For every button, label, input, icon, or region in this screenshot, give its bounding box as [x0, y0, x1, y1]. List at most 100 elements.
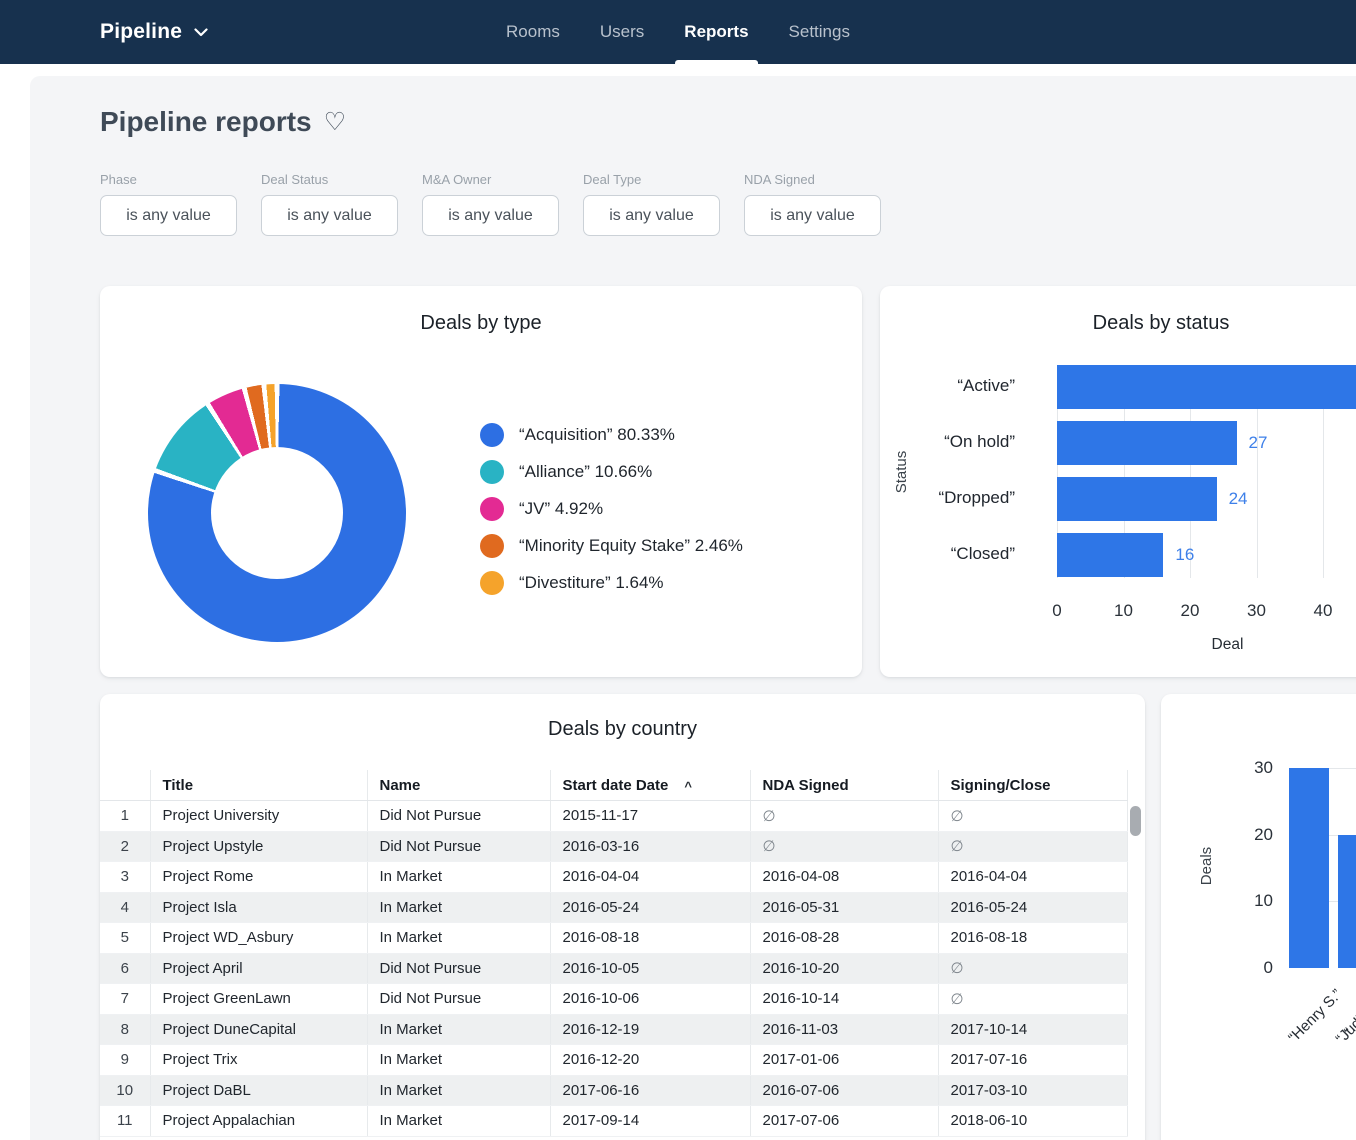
legend-item-acquisition[interactable]: “Acquisition” 80.33% — [480, 416, 743, 453]
favorite-heart-icon[interactable]: ♡ — [324, 109, 346, 135]
table-header-row: Title Name Start date Date ^ NDA Signed Signi… — [100, 770, 1128, 801]
card-deals-by-type: Deals by type “Acquisition” 80.33% “Allia… — [100, 286, 862, 677]
table-row[interactable]: 8 Project DuneCapital In Market 2016-12-19 2… — [100, 1014, 1128, 1045]
table-row[interactable]: 5 Project WD_Asbury In Market 2016-08-18 201… — [100, 922, 1128, 954]
chevron-down-icon — [194, 27, 208, 36]
status-bar-closed[interactable] — [1057, 533, 1164, 577]
table-cell: 2016-12-19 — [549, 1014, 750, 1045]
row-number: 6 — [100, 953, 150, 984]
legend-item-divestiture[interactable]: “Divestiture” 1.64% — [480, 564, 743, 601]
filter-label: NDA Signed — [744, 172, 815, 187]
status-bar-dropped[interactable] — [1057, 477, 1217, 521]
row-number: 10 — [100, 1075, 150, 1106]
owner-bar-henry-s[interactable] — [1289, 768, 1329, 968]
x-tick-label: 30 — [1247, 601, 1266, 620]
table-cell: 2016-04-04 — [937, 861, 1128, 893]
category-label: “Closed” — [950, 544, 1015, 563]
table-row[interactable]: 9 Project Trix In Market 2016-12-20 2017-01-… — [100, 1044, 1128, 1076]
card-deals-by-owner: Deals 3020100“Henry S.”“Judith G.”“ — [1161, 694, 1356, 1140]
filter-label: Phase — [100, 172, 137, 187]
y-tick-label: 20 — [1254, 824, 1273, 844]
table-row[interactable]: 2 Project Upstyle Did Not Pursue 2016-03-16… — [100, 831, 1128, 862]
legend-item-minority-equity-stake[interactable]: “Minority Equity Stake” 2.46% — [480, 527, 743, 564]
column-header-start-date-date[interactable]: Start date Date ^ — [549, 770, 750, 801]
legend-item-jv[interactable]: “JV” 4.92% — [480, 490, 743, 527]
row-number: 5 — [100, 922, 150, 954]
y-tick-label: 0 — [1263, 958, 1273, 977]
table-cell: 2016-10-14 — [749, 983, 938, 1015]
chart-legend: “Acquisition” 80.33% “Alliance” 10.66% “JV… — [480, 416, 743, 601]
table-cell: Project DuneCapital — [149, 1014, 367, 1045]
table-row[interactable]: 11 Project Appalachian In Market 2017-09-14… — [100, 1105, 1128, 1137]
nav-item-rooms[interactable]: Rooms — [506, 0, 560, 64]
table-cell: In Market — [366, 861, 550, 893]
table-cell: 2016-03-16 — [549, 831, 750, 862]
table-cell: Project April — [149, 953, 367, 984]
nav-item-users[interactable]: Users — [600, 0, 644, 64]
nav-item-settings[interactable]: Settings — [789, 0, 850, 64]
row-number: 7 — [100, 983, 150, 1015]
bar-value-label: 24 — [1228, 489, 1248, 508]
filter-deal-type: Deal Type is any value — [583, 172, 720, 236]
legend-label: “Acquisition” 80.33% — [519, 424, 675, 444]
table-row[interactable]: 6 Project April Did Not Pursue 2016-10-05 20… — [100, 953, 1128, 984]
legend-item-alliance[interactable]: “Alliance” 10.66% — [480, 453, 743, 490]
card-deals-by-status: Deals by status Status Deal “Active” “On … — [880, 286, 1356, 677]
table-scrollbar-thumb[interactable] — [1130, 806, 1141, 836]
filter-value-button[interactable]: is any value — [744, 195, 881, 236]
x-tick-label: 20 — [1180, 601, 1200, 620]
table-cell: 2016-10-06 — [549, 983, 750, 1015]
row-number: 3 — [100, 861, 150, 893]
table-row[interactable]: 3 Project Rome In Market 2016-04-04 2016-04-… — [100, 861, 1128, 893]
table-row[interactable]: 7 Project GreenLawn Did Not Pursue 2016-10-… — [100, 983, 1128, 1015]
table-cell: 2016-05-31 — [749, 892, 938, 923]
table-cell: 2018-06-10 — [937, 1105, 1128, 1137]
filter-value-button[interactable]: is any value — [583, 195, 720, 236]
table-cell: In Market — [366, 1075, 550, 1106]
table-cell: 2016-07-06 — [749, 1075, 938, 1106]
table-cell: ∅ — [937, 983, 1128, 1015]
table-cell: Project GreenLawn — [149, 983, 367, 1015]
column-header-name[interactable]: Name — [366, 770, 550, 801]
table-cell: 2016-08-18 — [549, 922, 750, 954]
y-tick-label: 10 — [1254, 891, 1273, 911]
column-header-signing-close[interactable]: Signing/Close — [937, 770, 1128, 801]
category-label: “Dropped” — [938, 488, 1015, 507]
table-cell: Project DaBL — [149, 1075, 367, 1106]
table-cell: Project Isla — [149, 892, 367, 923]
legend-label: “Minority Equity Stake” 2.46% — [519, 535, 743, 555]
table-cell: 2017-01-06 — [749, 1044, 938, 1076]
content-panel: Pipeline reports ♡ Phase is any value Deal… — [30, 76, 1356, 1140]
deals-table: Title Name Start date Date ^ NDA Signed Signi… — [100, 770, 1128, 1137]
legend-swatch — [480, 459, 504, 484]
table-cell: In Market — [366, 1014, 550, 1045]
table-row[interactable]: 1 Project University Did Not Pursue 2015-11… — [100, 800, 1128, 832]
filter-value-button[interactable]: is any value — [422, 195, 559, 236]
status-bar-active[interactable] — [1057, 365, 1356, 409]
owner-bar-judith-g[interactable] — [1338, 834, 1356, 968]
table-cell: In Market — [366, 922, 550, 954]
table-cell: 2017-10-14 — [937, 1014, 1128, 1045]
filter-phase: Phase is any value — [100, 172, 237, 236]
nav-item-reports[interactable]: Reports — [675, 0, 758, 64]
table-cell: ∅ — [937, 953, 1128, 984]
table-row[interactable]: 10 Project DaBL In Market 2017-06-16 2016-07… — [100, 1075, 1128, 1106]
row-number: 2 — [100, 831, 150, 862]
table-row[interactable]: 4 Project Isla In Market 2016-05-24 2016-05-… — [100, 892, 1128, 923]
table-cell: Did Not Pursue — [366, 800, 550, 832]
table-cell: Did Not Pursue — [366, 983, 550, 1015]
table-cell: 2016-05-24 — [937, 892, 1128, 923]
filter-value-button[interactable]: is any value — [261, 195, 398, 236]
table-cell: Project University — [149, 800, 367, 832]
column-header-title[interactable]: Title — [149, 770, 367, 801]
page-title: Pipeline reports ♡ — [100, 106, 346, 138]
filter-value-button[interactable]: is any value — [100, 195, 237, 236]
table-cell: 2017-07-16 — [937, 1044, 1128, 1076]
y-tick-label: 30 — [1254, 758, 1273, 777]
column-header-nda-signed[interactable]: NDA Signed — [749, 770, 938, 801]
table-cell: 2016-08-28 — [749, 922, 938, 954]
table-cell: 2016-04-04 — [549, 861, 750, 893]
donut-chart[interactable] — [148, 384, 406, 642]
workspace-switcher[interactable]: Pipeline — [100, 0, 208, 64]
status-bar-on-hold[interactable] — [1057, 421, 1237, 465]
